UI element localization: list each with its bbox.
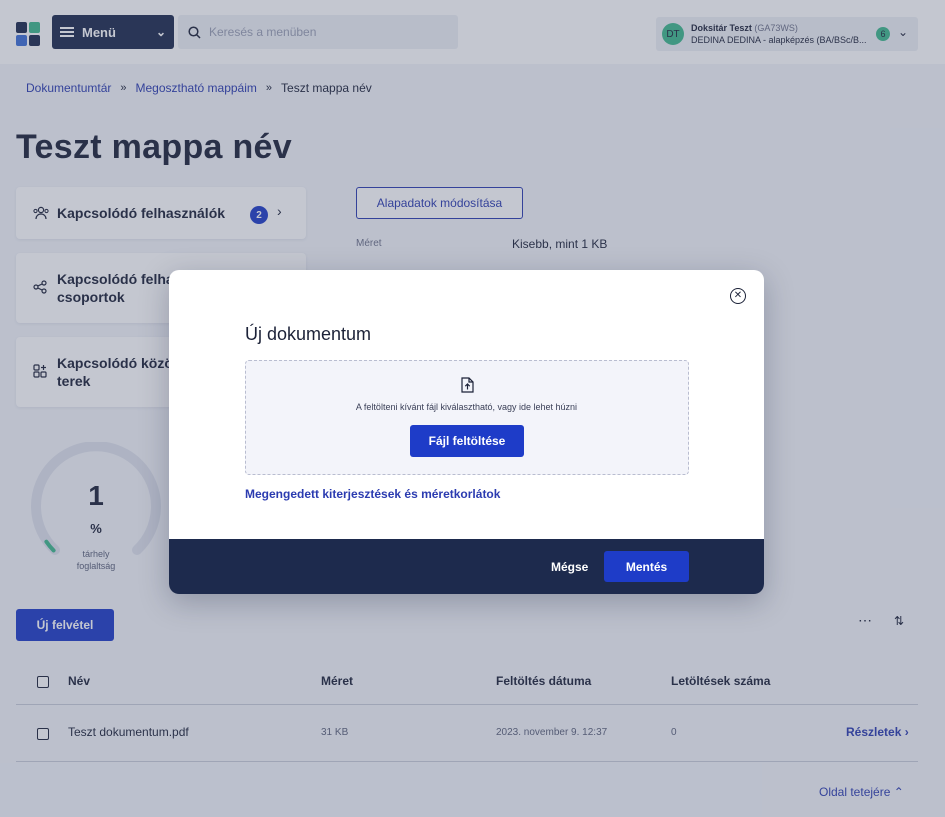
modal-title: Új dokumentum bbox=[245, 324, 372, 344]
save-button[interactable]: Mentés bbox=[604, 551, 689, 582]
close-icon[interactable]: ✕ bbox=[730, 288, 746, 304]
new-document-modal: ✕ Új dokumentum A feltölteni kívánt fájl… bbox=[169, 270, 764, 594]
upload-file-button[interactable]: Fájl feltöltése bbox=[410, 425, 524, 457]
modal-footer: Mégse Mentés bbox=[169, 539, 764, 594]
file-upload-icon bbox=[461, 377, 474, 393]
file-dropzone[interactable]: A feltölteni kívánt fájl kiválasztható, … bbox=[245, 360, 689, 475]
dropzone-text: A feltölteni kívánt fájl kiválasztható, … bbox=[355, 402, 578, 412]
cancel-button[interactable]: Mégse bbox=[551, 552, 588, 582]
allowed-extensions-link[interactable]: Megengedett kiterjesztések és méretkorlá… bbox=[245, 487, 500, 501]
